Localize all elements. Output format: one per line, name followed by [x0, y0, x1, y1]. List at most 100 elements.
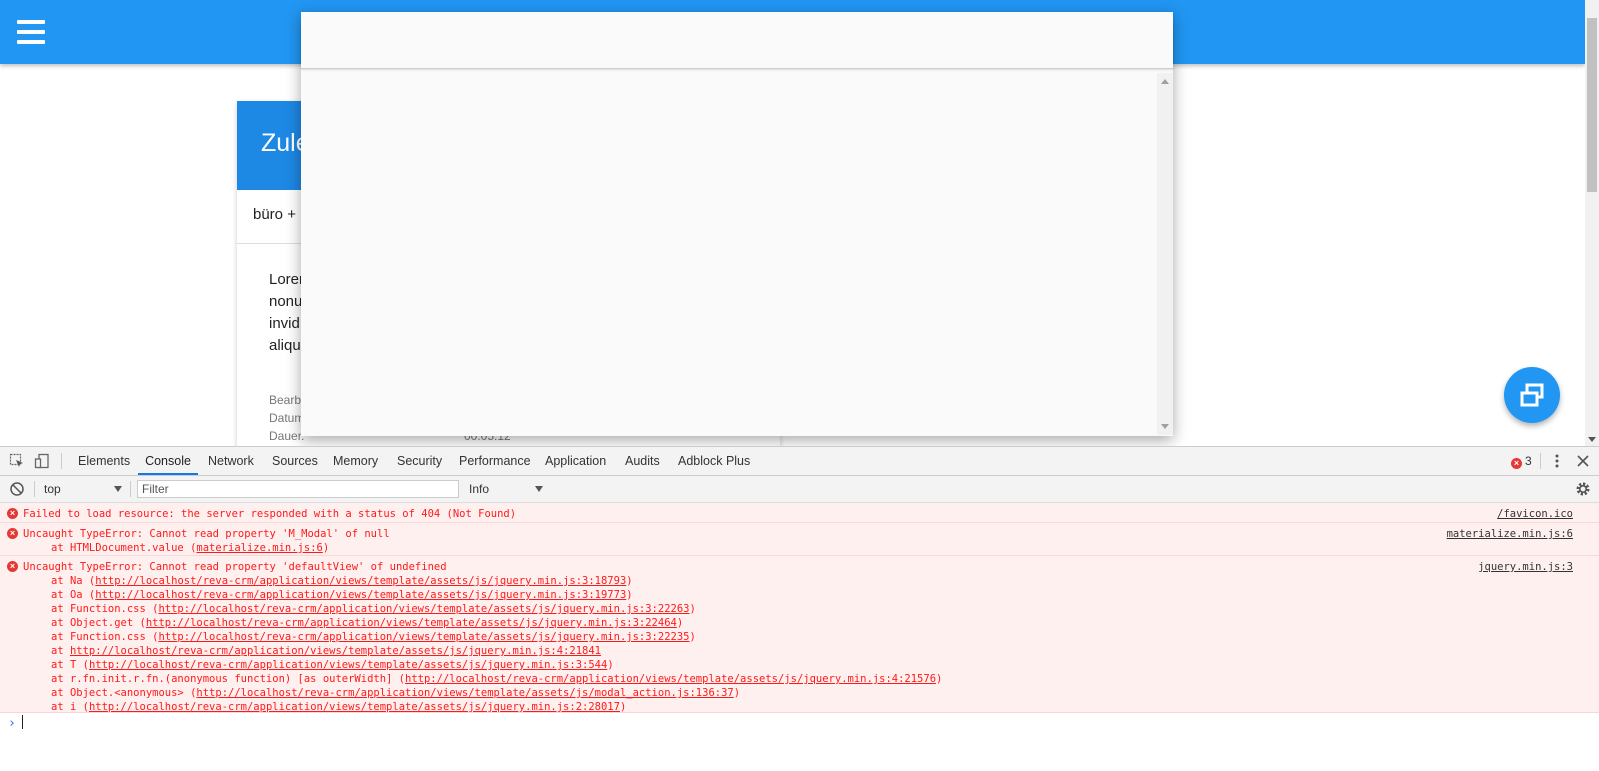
stack-frame: at Na (http://localhost/reva-crm/applica… [23, 574, 1519, 588]
stack-frame: at Function.css (http://localhost/reva-c… [23, 630, 1519, 644]
stack-frame-link[interactable]: http://localhost/reva-crm/application/vi… [405, 673, 936, 685]
toolbar-divider [1540, 453, 1541, 469]
stack-frame-text: ) [607, 659, 614, 671]
modal-content [301, 72, 1173, 436]
log-level-value: Info [469, 482, 490, 496]
tab-audits[interactable]: Audits [625, 447, 660, 475]
stack-frame-text: ) [733, 687, 741, 699]
stack-frame-text: at i ( [51, 701, 89, 713]
meta-label: Dauer. [269, 429, 305, 443]
source-link[interactable]: materialize.min.js:6 [1447, 527, 1573, 541]
error-icon: × [7, 528, 18, 539]
text-caret [21, 715, 23, 729]
stack-frame: at HTMLDocument.value (materialize.min.j… [23, 541, 1519, 555]
tab-performance[interactable]: Performance [459, 447, 531, 475]
window-restore-icon[interactable] [1504, 367, 1560, 423]
hamburger-menu-icon[interactable] [17, 20, 45, 44]
error-icon: × [1511, 458, 1522, 469]
stack-frame-link[interactable]: http://localhost/reva-crm/application/vi… [89, 659, 607, 671]
stack-frame-link[interactable]: http://localhost/reva-crm/application/vi… [158, 631, 689, 643]
gear-icon[interactable] [1575, 481, 1591, 497]
scroll-up-arrow-icon[interactable] [1161, 79, 1169, 84]
console-message: × Uncaught TypeError: Cannot read proper… [0, 523, 1599, 556]
stack-frame: at Function.css (http://localhost/reva-c… [23, 602, 1519, 616]
console-prompt[interactable]: › [0, 713, 1599, 735]
stack-frame: at http://localhost/reva-crm/application… [23, 644, 1519, 658]
tab-sources[interactable]: Sources [272, 447, 318, 475]
error-icon: × [7, 561, 18, 572]
stack-frame-text: ) [689, 603, 696, 615]
stack-frame-link[interactable]: http://localhost/reva-crm/application/vi… [95, 575, 626, 587]
devtools-tabbar: Elements Console Network Sources Memory … [0, 447, 1599, 476]
tab-memory[interactable]: Memory [333, 447, 378, 475]
tab-network[interactable]: Network [208, 447, 254, 475]
stack-frame-text: ) [322, 542, 330, 554]
toolbar-divider [34, 481, 35, 497]
filter-input[interactable] [137, 480, 459, 498]
stack-frame-text: at Function.css ( [51, 603, 159, 615]
stack-frame-link[interactable]: http://localhost/reva-crm/application/vi… [196, 687, 733, 699]
stack-frame-link[interactable]: http://localhost/reva-crm/application/vi… [95, 589, 626, 601]
stack-frame-link[interactable]: http://localhost/reva-crm/application/vi… [158, 603, 689, 615]
stack-frame-text: at r.fn.init.r.fn.(anonymous function) [… [51, 673, 406, 685]
stack-frame-text: at Object.<anonymous> ( [51, 687, 197, 699]
message-text: Failed to load resource: the server resp… [23, 508, 517, 520]
error-icon: × [7, 508, 18, 519]
source-link[interactable]: jquery.min.js:3 [1478, 560, 1573, 574]
stack-frame: at Object.get (http://localhost/reva-crm… [23, 616, 1519, 630]
stack-frame-text: at Function.css ( [51, 631, 159, 643]
stack-frame-text: ) [936, 673, 943, 685]
toolbar-divider [130, 481, 131, 497]
tab-adblock-plus[interactable]: Adblock Plus [678, 447, 750, 475]
page-scrollbar[interactable] [1585, 0, 1599, 446]
stack-frame-text: at HTMLDocument.value ( [51, 542, 197, 554]
stack-frame-text: at Object.get ( [51, 617, 146, 629]
scroll-down-arrow-icon[interactable] [1588, 437, 1596, 442]
stack-frame-text: at [51, 645, 70, 657]
stack-frame-text: at Oa ( [51, 589, 96, 601]
stack-frame: at Oa (http://localhost/reva-crm/applica… [23, 588, 1519, 602]
source-link[interactable]: /favicon.ico [1497, 507, 1573, 521]
tab-elements[interactable]: Elements [78, 447, 130, 475]
console-toolbar: top Info [0, 476, 1599, 503]
log-level-select[interactable]: Info [469, 481, 543, 497]
message-text: Uncaught TypeError: Cannot read property… [23, 528, 390, 540]
error-count-badge[interactable]: × 3 [1511, 454, 1532, 469]
stack-frame-text: at Na ( [51, 575, 96, 587]
web-page: Zule büro + Lorer nonu invid aliqu Bearb… [0, 0, 1585, 446]
tab-application[interactable]: Application [545, 447, 606, 475]
stack-frame-link[interactable]: http://localhost/reva-crm/application/vi… [70, 645, 601, 657]
inspect-element-icon[interactable] [9, 453, 25, 469]
stack-frame: at i (http://localhost/reva-crm/applicat… [23, 700, 1519, 714]
scroll-down-arrow-icon[interactable] [1161, 424, 1169, 429]
error-count: 3 [1525, 454, 1532, 468]
prompt-chevron-icon: › [8, 716, 16, 731]
tab-console[interactable]: Console [138, 447, 198, 475]
console-output: × Failed to load resource: the server re… [0, 503, 1599, 771]
stack-frame-link[interactable]: materialize.min.js:6 [196, 542, 322, 554]
modal-scrollbar[interactable] [1157, 73, 1173, 435]
scrollbar-thumb[interactable] [1587, 18, 1597, 192]
modal-header [301, 12, 1173, 69]
stack-frame-link[interactable]: http://localhost/reva-crm/application/vi… [146, 617, 677, 629]
device-toolbar-icon[interactable] [34, 453, 50, 469]
stack-frame-text: ) [676, 617, 684, 629]
context-select-value: top [44, 482, 61, 496]
modal-dialog [301, 12, 1173, 436]
stack-frame-text: ) [626, 589, 633, 601]
stack-frame-text: ) [626, 575, 633, 587]
close-icon[interactable] [1575, 453, 1591, 469]
devtools-panel: Elements Console Network Sources Memory … [0, 446, 1599, 771]
stack-frame-text: at T ( [51, 659, 89, 671]
toolbar-divider [61, 453, 62, 469]
stack-frame-link[interactable]: http://localhost/reva-crm/application/vi… [89, 701, 620, 713]
tab-security[interactable]: Security [397, 447, 442, 475]
context-select[interactable]: top [44, 481, 122, 497]
meta-label: Datum [269, 411, 305, 425]
stack-frame-text: ) [689, 631, 696, 643]
console-message: × Uncaught TypeError: Cannot read proper… [0, 556, 1599, 713]
stack-frame: at r.fn.init.r.fn.(anonymous function) [… [23, 672, 1519, 686]
stack-frame: at T (http://localhost/reva-crm/applicat… [23, 658, 1519, 672]
more-options-icon[interactable] [1549, 453, 1565, 469]
clear-console-icon[interactable] [9, 481, 25, 497]
